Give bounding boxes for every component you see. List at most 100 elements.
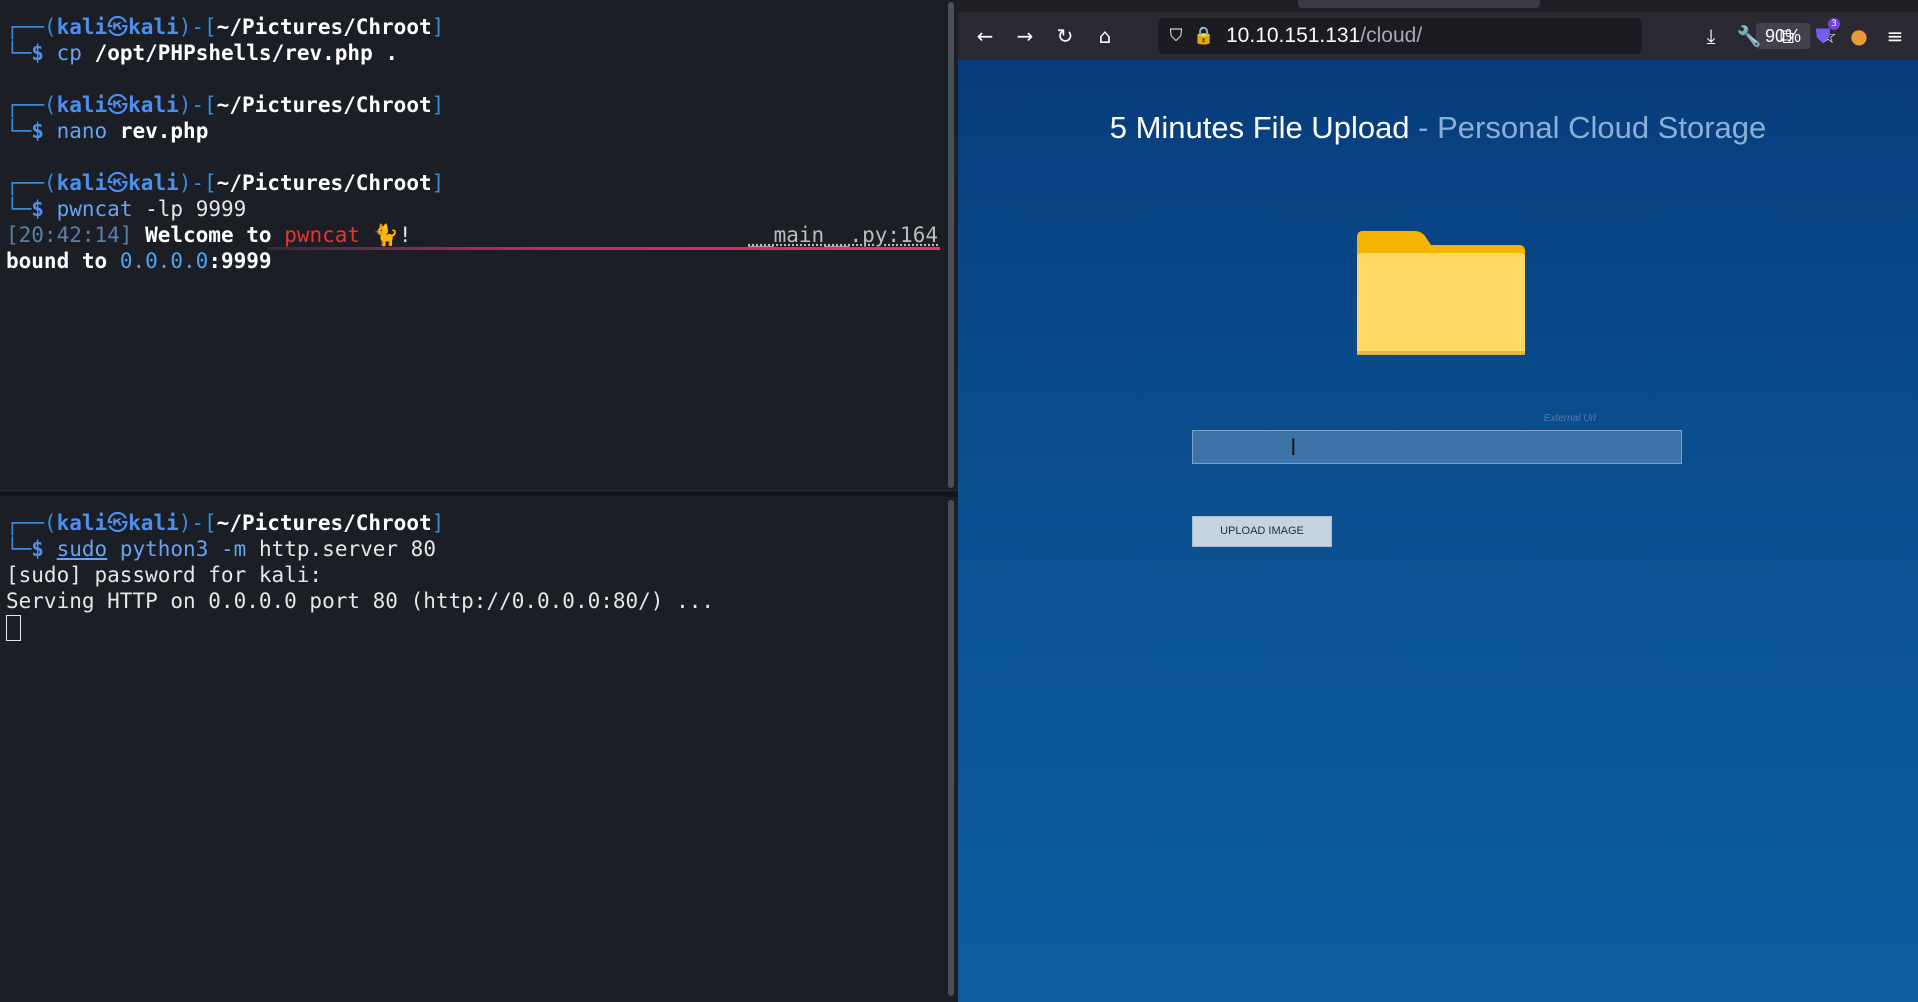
command-sudo: sudo xyxy=(56,537,108,561)
prompt-frame: └─ xyxy=(6,537,32,561)
bound-label: bound to xyxy=(6,249,108,273)
prompt-frame: ┌──( xyxy=(6,511,57,535)
command-name: nano xyxy=(56,119,108,143)
prompt-user: kali xyxy=(56,15,108,39)
kali-skull-icon: ㉿ xyxy=(107,93,129,117)
url-host: 10.10.151.131 xyxy=(1226,24,1361,47)
prompt-cwd: ~/Pictures/Chroot xyxy=(216,93,432,117)
home-icon[interactable]: ⌂ xyxy=(1090,22,1120,50)
command-args: -lp 9999 xyxy=(145,197,247,221)
menu-icon[interactable]: ≡ xyxy=(1880,22,1910,50)
prompt-line: ┌──(kali㉿kali)-[~/Pictures/Chroot] xyxy=(6,510,714,536)
active-tab[interactable] xyxy=(1298,0,1540,8)
terminal-pane-top[interactable]: ┌──(kali㉿kali)-[~/Pictures/Chroot] └─$ c… xyxy=(0,0,946,490)
prompt-line: ┌──(kali㉿kali)-[~/Pictures/Chroot] xyxy=(6,14,942,40)
shield-icon[interactable]: ⛉ xyxy=(1164,22,1188,50)
listener-progress-bar xyxy=(268,247,940,250)
command-args: /opt/PHPshells/rev.php . xyxy=(94,41,398,65)
prompt-dollar: $ xyxy=(31,119,44,143)
extension-cookie-icon[interactable]: ● xyxy=(1844,22,1874,50)
command-line: └─$ pwncat -lp 9999 xyxy=(6,196,942,222)
extensions-icon[interactable]: ⧉ xyxy=(1772,22,1802,50)
prompt-frame: )-[ xyxy=(178,511,217,535)
prompt-frame: ┌──( xyxy=(6,15,57,39)
prompt-dollar: $ xyxy=(31,41,44,65)
prompt-line: ┌──(kali㉿kali)-[~/Pictures/Chroot] xyxy=(6,170,942,196)
prompt-cwd: ~/Pictures/Chroot xyxy=(216,511,432,535)
command-name: pwncat xyxy=(56,197,133,221)
log-line: [20:42:14] Welcome to pwncat 🐈! __main__.… xyxy=(6,222,942,248)
kali-skull-icon: ㉿ xyxy=(107,171,129,195)
tab-strip[interactable] xyxy=(958,0,1918,12)
prompt-host: kali xyxy=(128,93,179,117)
prompt-frame: └─ xyxy=(6,119,32,143)
command-args: http.server 80 xyxy=(258,537,436,561)
prompt-dollar: $ xyxy=(31,197,44,221)
prompt-frame: ┌──( xyxy=(6,93,57,117)
url-text[interactable]: 10.10.151.131/cloud/ xyxy=(1226,18,1422,54)
page-title: 5 Minutes File Upload - Personal Cloud S… xyxy=(958,110,1918,146)
page-title-sub: - Personal Cloud Storage xyxy=(1409,110,1767,145)
prompt-frame: )-[ xyxy=(178,93,217,117)
prompt-frame: ] xyxy=(431,171,445,195)
top-pane-scrollbar[interactable] xyxy=(948,2,954,488)
command-line: └─$ nano rev.php xyxy=(6,118,942,144)
command-line: └─$ sudo python3 -m http.server 80 xyxy=(6,536,714,562)
prompt-host: kali xyxy=(128,171,179,195)
prompt-frame: ] xyxy=(431,15,445,39)
external-url-input[interactable] xyxy=(1192,430,1682,464)
wrench-icon[interactable]: 🔧 xyxy=(1734,22,1764,50)
bound-port: :9999 xyxy=(208,249,272,273)
input-line[interactable] xyxy=(6,614,714,641)
forward-icon[interactable]: → xyxy=(1010,22,1040,50)
page-title-main: 5 Minutes File Upload xyxy=(1109,110,1410,145)
command-name: python3 xyxy=(119,537,209,561)
download-icon[interactable]: ⤓ xyxy=(1696,22,1726,50)
log-welcome: Welcome to xyxy=(145,223,272,247)
prompt-frame: ] xyxy=(431,511,445,535)
extension-badge: 3 xyxy=(1828,18,1840,30)
log-timestamp: [20:42:14] xyxy=(6,223,133,247)
bound-ip: 0.0.0.0 xyxy=(119,249,209,273)
text-cursor-icon: I xyxy=(1290,436,1297,461)
cat-emoji-icon: 🐈! xyxy=(372,223,412,247)
command-name: cp xyxy=(56,41,82,65)
log-app-name: pwncat xyxy=(284,223,361,247)
prompt-host: kali xyxy=(128,15,179,39)
prompt-line: ┌──(kali㉿kali)-[~/Pictures/Chroot] xyxy=(6,92,942,118)
bottom-pane-scrollbar[interactable] xyxy=(948,500,954,996)
prompt-frame: ] xyxy=(431,93,445,117)
prompt-user: kali xyxy=(56,171,108,195)
upload-image-button[interactable]: UPLOAD IMAGE xyxy=(1192,516,1332,547)
reload-icon[interactable]: ↻ xyxy=(1050,22,1080,50)
terminal-cursor xyxy=(6,615,21,641)
kali-skull-icon: ㉿ xyxy=(107,511,129,535)
status-line: bound to 0.0.0.0:9999 xyxy=(6,248,942,274)
command-args: rev.php xyxy=(119,119,209,143)
prompt-host: kali xyxy=(128,511,179,535)
prompt-frame: ┌──( xyxy=(6,171,57,195)
prompt-user: kali xyxy=(56,93,108,117)
prompt-frame: )-[ xyxy=(178,171,217,195)
browser-window[interactable]: ← → ↻ ⌂ ⛉ 🔒 10.10.151.131/cloud/ 90% ☆ ⤓… xyxy=(958,0,1918,1002)
web-page: 5 Minutes File Upload - Personal Cloud S… xyxy=(958,60,1918,1002)
url-bar[interactable]: ⛉ 🔒 10.10.151.131/cloud/ 90% ☆ xyxy=(1158,18,1837,54)
navigation-toolbar: ← → ↻ ⌂ ⛉ 🔒 10.10.151.131/cloud/ 90% ☆ ⤓… xyxy=(958,12,1918,60)
external-url-label: External Url xyxy=(1543,413,1596,424)
prompt-cwd: ~/Pictures/Chroot xyxy=(216,15,432,39)
lock-icon[interactable]: 🔒 xyxy=(1192,22,1216,50)
prompt-frame: )-[ xyxy=(178,15,217,39)
output-line: Serving HTTP on 0.0.0.0 port 80 (http://… xyxy=(6,589,715,613)
url-path: /cloud/ xyxy=(1360,24,1423,47)
command-line: └─$ cp /opt/PHPshells/rev.php . xyxy=(6,40,942,66)
extension-shield-icon[interactable]: ⛊ 3 xyxy=(1808,18,1840,50)
prompt-dollar: $ xyxy=(31,537,44,561)
prompt-frame: └─ xyxy=(6,41,32,65)
back-icon[interactable]: ← xyxy=(970,22,1000,50)
terminal-window[interactable]: ┌──(kali㉿kali)-[~/Pictures/Chroot] └─$ c… xyxy=(0,0,958,1002)
kali-skull-icon: ㉿ xyxy=(107,15,129,39)
output-line: [sudo] password for kali: xyxy=(6,563,323,587)
prompt-user: kali xyxy=(56,511,108,535)
command-flag: -m xyxy=(221,537,247,561)
terminal-pane-bottom[interactable]: ┌──(kali㉿kali)-[~/Pictures/Chroot] └─$ s… xyxy=(0,496,946,1002)
